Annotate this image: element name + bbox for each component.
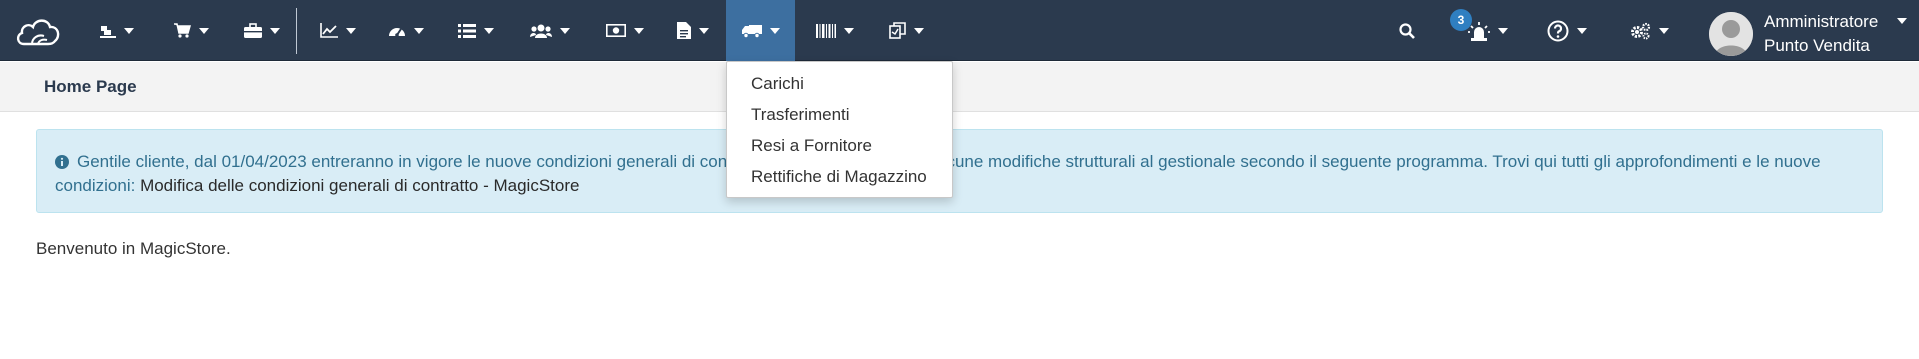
search-button[interactable] (1392, 0, 1422, 61)
chevron-down-icon (414, 27, 424, 34)
nav-item-list[interactable] (446, 0, 506, 61)
info-circle-icon (55, 155, 69, 169)
barcode-icon (816, 23, 836, 38)
chevron-down-icon (769, 27, 780, 34)
chevron-down-icon (699, 27, 709, 34)
menu-item-carichi[interactable]: Carichi (751, 74, 804, 94)
chevron-down-icon (1659, 27, 1669, 34)
clipboard-copy-icon (888, 22, 906, 39)
chevron-down-icon (1498, 27, 1508, 34)
user-store: Punto Vendita (1764, 36, 1870, 55)
top-navbar: 3 Amministratore Punto Vendita (0, 0, 1919, 61)
chevron-down-icon (346, 27, 356, 34)
nav-item-chart[interactable] (308, 0, 368, 61)
menu-item-resi-fornitore[interactable]: Resi a Fornitore (751, 136, 872, 156)
conveyor-icon (100, 25, 116, 38)
chevron-down-icon (198, 27, 209, 34)
menu-item-rettifiche-magazzino[interactable]: Rettifiche di Magazzino (751, 167, 927, 187)
gears-icon (1631, 22, 1651, 39)
chevron-down-icon (124, 27, 134, 34)
line-chart-icon (320, 23, 338, 38)
dashboard-gauge-icon (389, 27, 405, 37)
chevron-down-icon (270, 27, 280, 34)
help-circle-icon (1547, 20, 1569, 41)
chevron-down-icon (560, 27, 570, 34)
list-icon (458, 23, 476, 38)
alerts-button[interactable] (1464, 0, 1512, 61)
menu-item-trasferimenti[interactable]: Trasferimenti (751, 105, 850, 125)
user-menu[interactable]: Amministratore Punto Vendita (1764, 10, 1878, 58)
users-icon (530, 24, 552, 38)
cloud-logo-icon[interactable] (8, 0, 68, 61)
chevron-down-icon (844, 27, 854, 34)
user-role: Amministratore (1764, 12, 1879, 31)
settings-button[interactable] (1624, 0, 1674, 61)
nav-item-warehouse[interactable] (726, 0, 795, 61)
navbar-divider (296, 8, 297, 54)
page-title: Home Page (44, 77, 137, 96)
chevron-down-icon[interactable] (1897, 18, 1907, 24)
nav-item-dashboard[interactable] (378, 0, 434, 61)
welcome-text: Benvenuto in MagicStore. (36, 239, 231, 258)
nav-item-cart[interactable] (160, 0, 222, 61)
nav-item-barcode[interactable] (804, 0, 866, 61)
document-icon (677, 22, 691, 39)
search-icon (1399, 22, 1415, 39)
breadcrumb: Home Page (0, 62, 1919, 112)
nav-item-clipboard[interactable] (876, 0, 936, 61)
shopping-cart-icon (173, 23, 191, 38)
chevron-down-icon (1577, 27, 1587, 34)
chevron-down-icon (913, 27, 924, 34)
chevron-down-icon (634, 27, 644, 34)
chevron-down-icon (484, 27, 494, 34)
help-button[interactable] (1542, 0, 1592, 61)
money-bill-icon (606, 24, 626, 37)
warehouse-dropdown-menu: Carichi Trasferimenti Resi a Fornitore R… (726, 61, 953, 198)
notification-badge: 3 (1450, 9, 1472, 31)
nav-item-users[interactable] (518, 0, 582, 61)
nav-item-briefcase[interactable] (234, 0, 290, 61)
nav-item-conveyor[interactable] (86, 0, 148, 61)
nav-item-document[interactable] (666, 0, 720, 61)
info-alert: Gentile cliente, dal 01/04/2023 entreran… (36, 129, 1883, 213)
truck-icon (741, 24, 762, 38)
nav-item-money[interactable] (594, 0, 656, 61)
briefcase-icon (244, 23, 262, 38)
contract-conditions-link[interactable]: Modifica delle condizioni generali di co… (140, 176, 579, 195)
avatar[interactable] (1709, 12, 1753, 56)
